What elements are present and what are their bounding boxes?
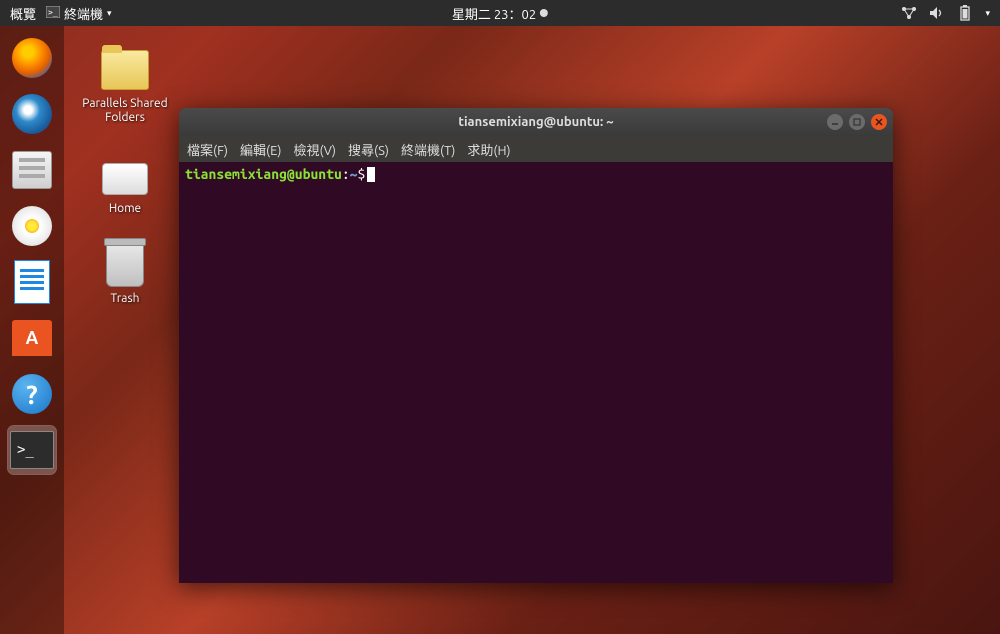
terminal-cursor	[367, 167, 375, 182]
folder-icon	[101, 46, 149, 94]
notification-dot-icon	[540, 9, 548, 17]
desktop-icon-label: Home	[109, 202, 141, 216]
terminal-window[interactable]: tiansemixiang@ubuntu: ~ 檔案(F) 編輯(E) 檢視(V…	[179, 108, 893, 583]
dock-help[interactable]: ?	[8, 370, 56, 418]
menu-view[interactable]: 檢視(V)	[294, 140, 336, 159]
terminal-indicator-icon: >_	[46, 6, 60, 21]
firefox-icon	[12, 38, 52, 78]
shopping-bag-icon	[12, 320, 52, 356]
activities-button[interactable]: 概覽	[10, 4, 36, 23]
help-icon: ?	[12, 374, 52, 414]
menu-terminal[interactable]: 終端機(T)	[401, 140, 455, 159]
desktop-parallels-shared-folders[interactable]: Parallels Shared Folders	[80, 46, 170, 126]
clock[interactable]: 星期二 23：02	[452, 4, 548, 23]
prompt-symbol: $	[358, 166, 366, 182]
top-panel: 概覽 >_ 終端機 ▾ 星期二 23：02 ▾	[0, 0, 1000, 26]
dock-software[interactable]	[8, 314, 56, 362]
desktop-trash[interactable]: Trash	[80, 241, 170, 306]
dock-firefox[interactable]	[8, 34, 56, 82]
window-controls	[827, 114, 887, 130]
app-menu-label: 終端機	[64, 4, 103, 23]
maximize-button[interactable]	[849, 114, 865, 130]
network-icon[interactable]	[901, 5, 917, 21]
prompt-colon: :	[342, 166, 350, 182]
dock: ? >_	[0, 26, 64, 634]
dock-libreoffice-writer[interactable]	[8, 258, 56, 306]
dock-rhythmbox[interactable]	[8, 202, 56, 250]
disk-icon	[101, 151, 149, 199]
menu-search[interactable]: 搜尋(S)	[348, 140, 389, 159]
window-titlebar[interactable]: tiansemixiang@ubuntu: ~	[179, 108, 893, 136]
menu-file[interactable]: 檔案(F)	[187, 140, 228, 159]
prompt-user-host: tiansemixiang@ubuntu	[185, 166, 342, 182]
files-icon	[12, 151, 52, 189]
menu-help[interactable]: 求助(H)	[467, 140, 510, 159]
terminal-app-icon: >_	[10, 431, 54, 469]
thunderbird-icon	[12, 94, 52, 134]
minimize-button[interactable]	[827, 114, 843, 130]
document-icon	[14, 260, 50, 304]
desktop-icons-area: Parallels Shared Folders Home Trash	[80, 46, 170, 307]
desktop-home[interactable]: Home	[80, 151, 170, 216]
prompt-path: ~	[350, 166, 358, 182]
desktop-icon-label: Trash	[110, 292, 139, 306]
close-icon	[875, 118, 883, 126]
system-menu-arrow-icon[interactable]: ▾	[985, 8, 990, 19]
svg-text:>_: >_	[48, 8, 58, 17]
dock-terminal[interactable]: >_	[8, 426, 56, 474]
minimize-icon	[831, 118, 839, 126]
terminal-menubar: 檔案(F) 編輯(E) 檢視(V) 搜尋(S) 終端機(T) 求助(H)	[179, 136, 893, 162]
dock-files[interactable]	[8, 146, 56, 194]
close-button[interactable]	[871, 114, 887, 130]
app-menu[interactable]: >_ 終端機 ▾	[46, 4, 112, 23]
chevron-down-icon: ▾	[107, 8, 112, 19]
rhythmbox-icon	[12, 206, 52, 246]
volume-icon[interactable]	[929, 5, 945, 21]
battery-icon[interactable]	[957, 5, 973, 21]
terminal-body[interactable]: tiansemixiang@ubuntu:~$	[179, 162, 893, 583]
dock-thunderbird[interactable]	[8, 90, 56, 138]
window-title: tiansemixiang@ubuntu: ~	[458, 115, 613, 129]
maximize-icon	[853, 118, 861, 126]
menu-edit[interactable]: 編輯(E)	[240, 140, 281, 159]
desktop-icon-label: Parallels Shared Folders	[80, 97, 170, 126]
trash-icon	[101, 241, 149, 289]
